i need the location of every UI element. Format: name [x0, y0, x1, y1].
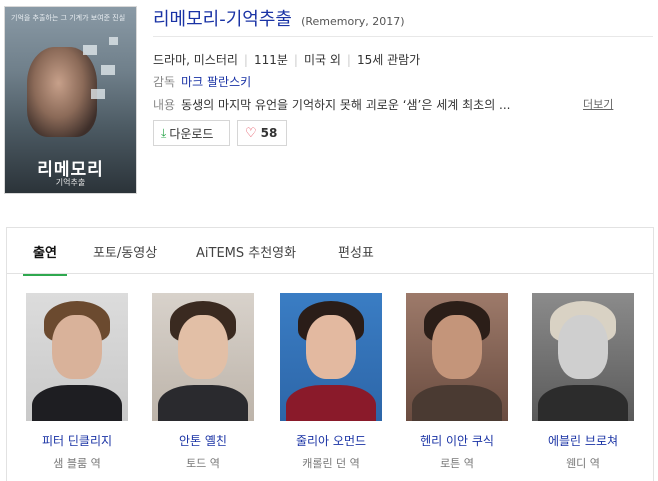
runtime: 111분	[253, 53, 288, 67]
cast-photo[interactable]	[280, 293, 382, 421]
synopsis-text: 동생의 마지막 유언을 기억하지 못해 괴로운 ‘샘’은 세계 최초의 ...	[181, 98, 511, 112]
cast-body-shape	[412, 385, 502, 421]
cast-item[interactable]: 에블린 브로쳐 웬디 역	[532, 293, 634, 471]
cast-body-shape	[286, 385, 376, 421]
cast-photo[interactable]	[26, 293, 128, 421]
cast-item[interactable]: 피터 딘클리지 샘 블룸 역	[26, 293, 128, 471]
tab-schedule[interactable]: 편성표	[338, 242, 374, 261]
tab-photo-video[interactable]: 포토/동영상	[93, 242, 157, 261]
more-link[interactable]: 더보기	[583, 96, 613, 112]
cast-face-shape	[52, 315, 102, 379]
cast-photo[interactable]	[406, 293, 508, 421]
cast-role: 샘 블룸 역	[53, 457, 101, 470]
cast-face-shape	[178, 315, 228, 379]
poster-subtitle: 기억추출	[55, 178, 86, 187]
title-row: 리메모리-기억추출 (Rememory, 2017)	[153, 5, 405, 31]
director-link[interactable]: 마크 팔란스키	[181, 75, 251, 89]
poster-tagline: 기억을 추출하는 그 기계가 보여준 진실	[11, 14, 126, 22]
cast-name[interactable]: 줄리아 오먼드	[280, 432, 382, 449]
age-rating: 15세 관람가	[356, 53, 421, 67]
divider	[153, 36, 653, 37]
cast-name[interactable]: 안톤 옐친	[152, 432, 254, 449]
cast-item[interactable]: 안톤 옐친 토드 역	[152, 293, 254, 471]
movie-meta: 드라마, 미스터리 | 111분 | 미국 외 | 15세 관람가	[153, 51, 420, 68]
tab-bar: 출연 포토/동영상 AiTEMS 추천영화 편성표	[7, 228, 653, 276]
cast-face-shape	[558, 315, 608, 379]
download-icon: ⤓	[161, 125, 167, 140]
cast-photo[interactable]	[532, 293, 634, 421]
cast-role: 웬디 역	[566, 457, 600, 470]
synopsis-row: 내용 동생의 마지막 유언을 기억하지 못해 괴로운 ‘샘’은 세계 최초의 ..…	[153, 96, 623, 113]
cast-body-shape	[32, 385, 122, 421]
download-button[interactable]: ⤓ 다운로드	[153, 120, 230, 146]
separator: |	[346, 53, 351, 67]
cast-panel: 출연 포토/동영상 AiTEMS 추천영화 편성표 피터 딘클리지 샘 블룸 역…	[6, 227, 654, 481]
separator: |	[243, 53, 248, 67]
cast-photo[interactable]	[152, 293, 254, 421]
heart-icon: ♡	[245, 125, 257, 141]
poster-shard-shape	[91, 89, 105, 99]
cast-name[interactable]: 헨리 이안 쿠식	[406, 432, 508, 449]
country: 미국 외	[303, 53, 341, 67]
cast-face-shape	[432, 315, 482, 379]
cast-item[interactable]: 헨리 이안 쿠식 로튼 역	[406, 293, 508, 471]
cast-body-shape	[158, 385, 248, 421]
cast-name[interactable]: 에블린 브로쳐	[532, 432, 634, 449]
cast-role: 로튼 역	[440, 457, 474, 470]
cast-role: 캐롤린 던 역	[302, 457, 360, 470]
poster-shard-shape	[101, 65, 115, 75]
poster-face-image	[27, 47, 97, 137]
tab-cast[interactable]: 출연	[23, 242, 67, 276]
tab-aitems-recommend[interactable]: AiTEMS 추천영화	[196, 242, 296, 261]
cast-face-shape	[306, 315, 356, 379]
poster-shard-shape	[109, 37, 118, 45]
like-button[interactable]: ♡ 58	[237, 120, 287, 146]
cast-role: 토드 역	[186, 457, 220, 470]
genre: 드라마, 미스터리	[153, 53, 238, 67]
separator: |	[293, 53, 298, 67]
poster-shard-shape	[83, 45, 97, 55]
movie-subtitle: (Rememory, 2017)	[301, 15, 405, 28]
movie-title[interactable]: 리메모리-기억추출	[153, 9, 292, 30]
like-count: 58	[260, 126, 278, 140]
cast-item[interactable]: 줄리아 오먼드 캐롤린 던 역	[280, 293, 382, 471]
cast-body-shape	[538, 385, 628, 421]
movie-poster[interactable]: 기억을 추출하는 그 기계가 보여준 진실 리메모리 기억추출	[4, 6, 137, 194]
director-label: 감독	[153, 75, 176, 89]
cast-name[interactable]: 피터 딘클리지	[26, 432, 128, 449]
download-label: 다운로드	[169, 126, 214, 141]
director-row: 감독 마크 팔란스키	[153, 73, 251, 90]
synopsis-label: 내용	[153, 98, 176, 112]
